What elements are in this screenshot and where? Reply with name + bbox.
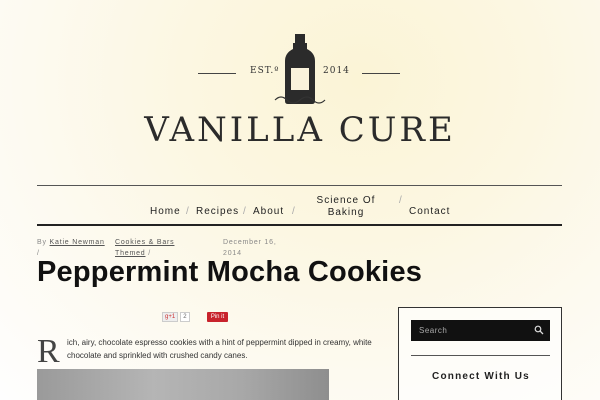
- connect-heading: Connect With Us: [432, 371, 530, 382]
- nav-about[interactable]: About: [253, 206, 284, 218]
- nav-recipes[interactable]: Recipes: [196, 206, 239, 218]
- site-title[interactable]: VANILLA CURE: [0, 110, 600, 150]
- logo-line-right: [362, 73, 400, 74]
- nav-separator: /: [292, 206, 295, 217]
- nav-contact[interactable]: Contact: [409, 206, 450, 218]
- nav-bottom-rule: [37, 224, 562, 226]
- pinterest-pin-button[interactable]: Pin it: [207, 312, 228, 322]
- search-icon[interactable]: [534, 325, 544, 335]
- logo-line-left: [198, 73, 236, 74]
- post-date-line1: December 16,: [223, 239, 277, 246]
- bottle-logo-icon[interactable]: [271, 32, 329, 108]
- search-placeholder: Search: [419, 326, 448, 335]
- author-link[interactable]: Katie Newman: [50, 239, 105, 246]
- sidebar-rule: [411, 355, 550, 356]
- gplus-count: 2: [180, 312, 190, 322]
- nav-top-rule: [37, 185, 562, 186]
- post-title: Peppermint Mocha Cookies: [37, 256, 423, 288]
- nav-separator: /: [186, 206, 189, 217]
- category-link[interactable]: Cookies & Bars: [115, 239, 174, 246]
- by-prefix: By: [37, 239, 47, 246]
- post-intro: ich, airy, chocolate espresso cookies wi…: [67, 338, 372, 360]
- nav-separator: /: [243, 206, 246, 217]
- dropcap: R: [37, 333, 60, 370]
- sidebar-widget: Search Connect With Us: [398, 307, 562, 400]
- post-image: [37, 369, 329, 400]
- search-input[interactable]: Search: [411, 320, 550, 341]
- gplus-button[interactable]: g+1: [162, 312, 179, 322]
- nav-separator: /: [399, 195, 402, 206]
- nav-home[interactable]: Home: [150, 206, 181, 218]
- gplus-share[interactable]: g+1 2: [162, 312, 190, 322]
- nav-science-of-baking[interactable]: Science Of Baking: [310, 195, 382, 219]
